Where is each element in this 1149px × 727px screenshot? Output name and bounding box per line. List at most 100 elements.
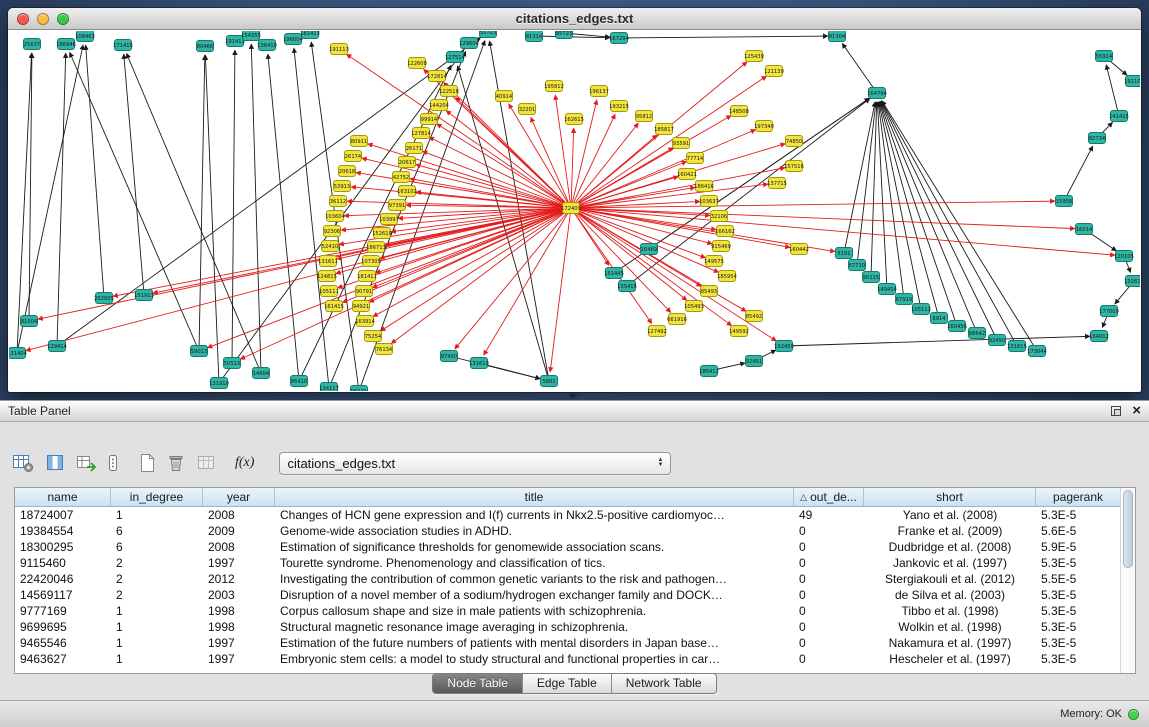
graph-node[interactable]: 40914 (496, 91, 513, 102)
graph-node[interactable]: 8914 (931, 313, 948, 324)
graph-node[interactable]: 151913 (134, 290, 154, 301)
column-header-name[interactable]: name (15, 488, 111, 506)
graph-node[interactable]: 14604 (253, 368, 270, 379)
table-row[interactable]: 911546021997Tourette syndrome. Phenomeno… (15, 555, 1120, 571)
graph-node[interactable]: 191104 (1124, 76, 1140, 87)
graph-node[interactable]: 167294 (609, 33, 630, 44)
graph-node[interactable]: 149592 (729, 326, 749, 337)
table-row[interactable]: 2242004622012Investigating the contribut… (15, 571, 1120, 587)
column-header-short[interactable]: short (864, 488, 1036, 506)
column-header-title[interactable]: title (275, 488, 794, 506)
graph-node[interactable]: 42752 (393, 172, 410, 183)
graph-node[interactable]: 107305 (361, 256, 381, 267)
graph-node[interactable]: 16014 (1076, 224, 1093, 235)
close-panel-icon[interactable]: × (1132, 404, 1141, 418)
graph-node[interactable]: 171415 (113, 40, 133, 51)
table-row[interactable]: 977716911998Corpus callosum shape and si… (15, 603, 1120, 619)
column-header-in_degree[interactable]: in_degree (111, 488, 203, 506)
graph-node[interactable]: 149575 (704, 256, 724, 267)
graph-node[interactable]: 132610 (1124, 276, 1140, 287)
new-column-icon[interactable] (76, 451, 96, 475)
graph-node[interactable]: 161415 (324, 301, 344, 312)
graph-node[interactable]: 108463 (75, 31, 95, 42)
graph-node[interactable]: 661916 (667, 314, 687, 325)
column-header-out_de[interactable]: △out_de... (794, 488, 864, 506)
graph-node[interactable]: 172409 (561, 203, 581, 214)
graph-node[interactable]: 20618 (339, 166, 356, 177)
graph-node[interactable]: 152610 (372, 228, 392, 239)
graph-node[interactable]: 196137 (589, 86, 609, 97)
graph-node[interactable]: 141415 (1109, 111, 1129, 122)
graph-node[interactable]: 36112 (330, 196, 347, 207)
tab-edge-table[interactable]: Edge Table (523, 674, 612, 693)
graph-node[interactable]: 162615 (564, 114, 584, 125)
graph-node[interactable]: 67710 (849, 260, 866, 271)
graph-node[interactable]: 99914 (421, 114, 438, 125)
graph-node[interactable]: 85723 (556, 31, 573, 39)
graph-node[interactable]: 157516 (784, 161, 804, 172)
new-file-icon[interactable] (138, 451, 156, 475)
graph-node[interactable]: 127814 (411, 128, 432, 139)
graph-node[interactable]: 92451 (746, 356, 763, 367)
function-icon[interactable]: f(x) (235, 451, 254, 475)
graph-node[interactable]: 67919 (896, 294, 913, 305)
minimize-button[interactable] (37, 13, 49, 25)
panel-splitter-handle[interactable] (568, 394, 578, 399)
table-row[interactable]: 1938455462009Genome-wide association stu… (15, 523, 1120, 539)
graph-node[interactable]: 97450 (441, 351, 458, 362)
graph-node[interactable]: 81304 (829, 31, 846, 42)
table-row[interactable]: 969969511998Structural magnetic resonanc… (15, 619, 1120, 635)
graph-node[interactable]: 185954 (717, 271, 738, 282)
graph-node[interactable]: 125439 (744, 51, 764, 62)
tab-node-table[interactable]: Node Table (433, 674, 523, 693)
graph-node[interactable]: 137715 (767, 178, 787, 189)
close-button[interactable] (17, 13, 29, 25)
graph-node[interactable]: 154355 (241, 31, 261, 41)
graph-node[interactable]: 81504 (21, 316, 38, 327)
graph-node[interactable]: 75254 (365, 331, 382, 342)
graph-node[interactable]: 195812 (544, 81, 564, 92)
graph-node[interactable]: 90115 (863, 272, 880, 283)
graph-node[interactable]: 80466 (197, 41, 214, 52)
graph-node[interactable]: 131610 (469, 358, 489, 369)
graph-node[interactable]: 149414 (877, 284, 898, 295)
table-row[interactable]: 946362711997Embryonic stem cells: a mode… (15, 651, 1120, 667)
graph-node[interactable]: 122518 (439, 86, 459, 97)
graph-node[interactable]: 127514 (445, 52, 466, 63)
graph-node[interactable]: 124815 (317, 271, 337, 282)
graph-node[interactable]: 20617 (399, 157, 416, 168)
graph-node[interactable]: 131611 (318, 256, 338, 267)
zoom-button[interactable] (57, 13, 69, 25)
graph-node[interactable]: 105111 (319, 286, 339, 297)
graph-node[interactable]: 166162 (715, 226, 735, 237)
graph-node[interactable]: 164794 (867, 88, 888, 99)
graph-node[interactable]: 129414 (47, 341, 68, 352)
delete-icon[interactable] (167, 451, 185, 475)
table-settings-icon[interactable] (12, 451, 34, 475)
graph-node[interactable]: 103997 (379, 214, 399, 225)
graph-node[interactable]: 90791 (356, 286, 373, 297)
graph-node[interactable]: 120105 (1114, 251, 1134, 262)
graph-node[interactable]: 32106 (711, 211, 728, 222)
graph-node[interactable]: 148508 (729, 106, 749, 117)
graph-node[interactable]: 15958 (1056, 196, 1073, 207)
graph-node[interactable]: 121139 (764, 66, 784, 77)
graph-node[interactable]: 127492 (647, 326, 667, 337)
graph-node[interactable]: 52410 (322, 241, 339, 252)
graph-node[interactable]: 129604 (459, 38, 480, 49)
graph-node[interactable]: 105493 (684, 301, 704, 312)
float-panel-icon[interactable] (1110, 405, 1122, 417)
graph-node[interactable]: 197340 (754, 121, 774, 132)
graph-node[interactable]: 95812 (636, 111, 653, 122)
graph-node[interactable]: 8191 (836, 248, 853, 259)
graph-node[interactable]: 163914 (355, 316, 376, 327)
graph-node[interactable]: 92306 (324, 226, 341, 237)
graph-node[interactable]: 131910 (209, 378, 229, 389)
graph-node[interactable]: 131404 (9, 348, 28, 359)
graph-node[interactable]: 97391 (389, 200, 406, 211)
graph-node[interactable]: 25637 (24, 39, 41, 50)
graph-node[interactable]: 74850 (786, 136, 803, 147)
graph-node[interactable]: 186412 (699, 366, 719, 377)
graph-node[interactable]: 172814 (427, 71, 448, 82)
graph-node[interactable]: 59013 (191, 346, 208, 357)
